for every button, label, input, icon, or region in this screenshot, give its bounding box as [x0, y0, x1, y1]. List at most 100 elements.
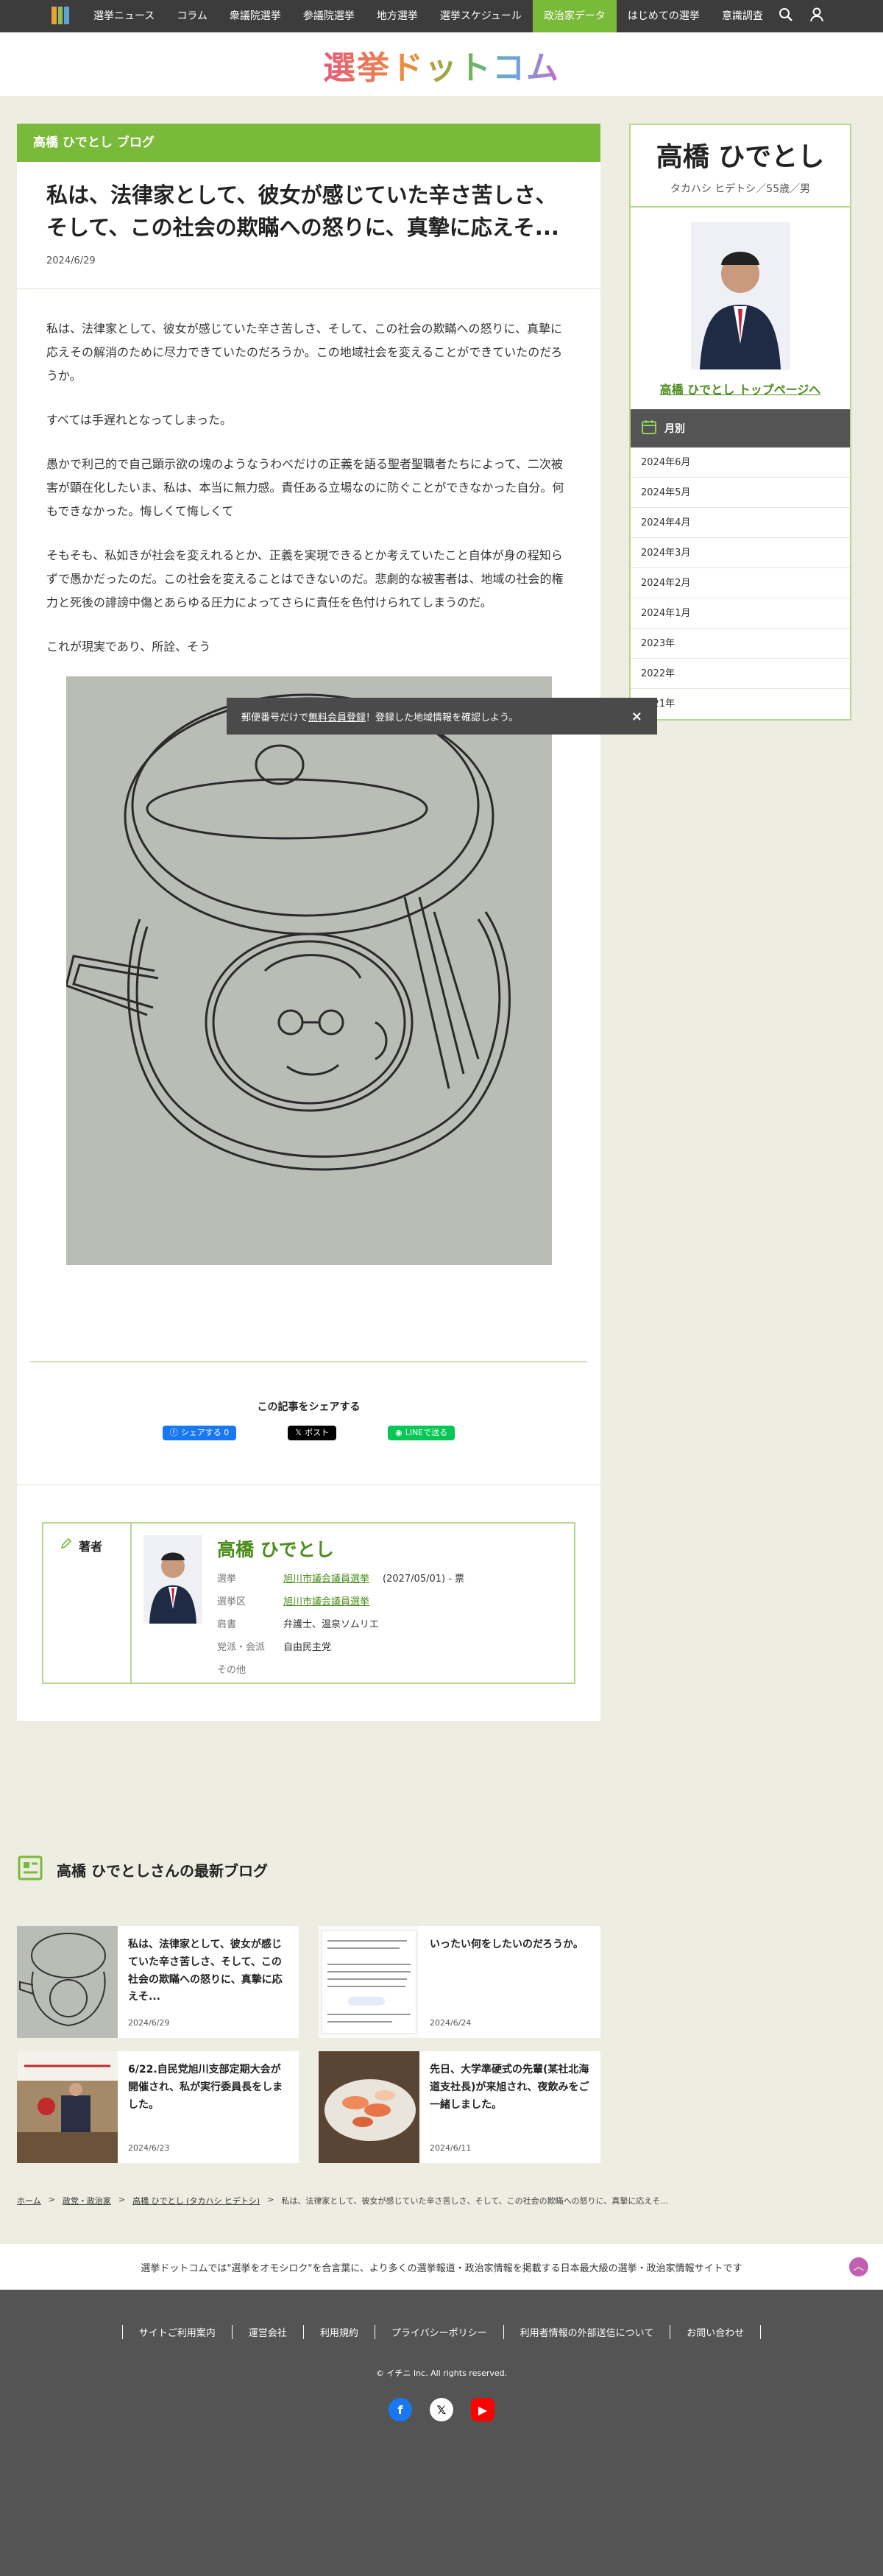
article-paragraph: すべては手遅れとなってしまった。 [46, 413, 233, 427]
blog-card-title: 6/22.自民党旭川支部定期大会が開催され、私が実行委員長をしました。 [128, 2064, 283, 2111]
copyright: © イチニ Inc. All rights reserved. [375, 2368, 508, 2378]
district-link[interactable]: 旭川市議会議員選挙 [283, 1596, 369, 1607]
profile-card: 高橋 ひでとし タカハシ ヒデトシ／55歳／男 高橋 ひでとし トップページへ … [629, 124, 851, 721]
author-box: 著者 高橋 ひでとし 選挙 旭川市議会議員選挙 (2027/05/01) - 票 … [42, 1522, 575, 1684]
nav-item-first-election[interactable]: はじめての選挙 [617, 0, 711, 32]
election-date: (2027/05/01) - 票 [383, 1574, 465, 1585]
share-heading: この記事をシェアする [257, 1401, 361, 1413]
latest-blogs-title: 高橋 ひでとしさんの最新ブログ [57, 1862, 268, 1880]
youtube-icon[interactable]: ▶ [471, 2398, 494, 2421]
close-icon[interactable]: × [631, 709, 642, 724]
line-share-button[interactable]: ◉ LINEで送る [388, 1426, 455, 1440]
row-key: 肩書 [217, 1619, 237, 1630]
user-icon[interactable] [809, 7, 824, 25]
row-value: 弁護士、温泉ソムリエ [283, 1619, 379, 1630]
blog-thumbnail [17, 2051, 118, 2163]
blog-thumbnail [319, 2051, 419, 2163]
blog-title-bar[interactable]: 高橋 ひでとし ブログ [17, 124, 600, 162]
x-icon: 𝕏 [295, 1428, 302, 1437]
footer-link-privacy[interactable]: プライバシーポリシー [374, 2325, 503, 2339]
article-paragraph: これが現実であり、所詮、そう [46, 640, 211, 654]
article-paragraph: 愚かで利己的で自己顕示欲の塊のようなうわべだけの正義を語る聖者聖職者たちによって… [46, 457, 564, 518]
nav-list: 選挙ニュース コラム 衆議院選挙 参議院選挙 地方選挙 選挙スケジュール 政治家… [82, 0, 774, 32]
row-key: 選挙区 [217, 1596, 247, 1607]
row-key: 党派・会派 [217, 1642, 266, 1653]
toast-message: 郵便番号だけで無料会員登録！登録した地域情報を確認しよう。 [241, 710, 518, 723]
author-name[interactable]: 高橋 ひでとし [217, 1535, 464, 1562]
profile-top-link[interactable]: 高橋 ひでとし トップページへ [631, 369, 850, 409]
breadcrumb-person[interactable]: 高橋 ひでとし (タカハシ ヒデトシ) [132, 2195, 260, 2207]
month-item[interactable]: 2024年5月 [631, 478, 850, 508]
breadcrumb-home[interactable]: ホーム [17, 2195, 41, 2207]
footer: サイトご利用案内 運営会社 利用規約 プライバシーポリシー 利用者情報の外部送信… [0, 2290, 883, 2576]
blog-thumbnail [319, 1926, 419, 2038]
profile-name: 高橋 ひでとし [656, 142, 825, 172]
row-value: 自由民主党 [283, 1642, 332, 1653]
site-logo[interactable]: 選挙ドットコム [323, 41, 560, 88]
month-item[interactable]: 2021年 [631, 689, 850, 719]
nav-item-schedule[interactable]: 選挙スケジュール [429, 0, 533, 32]
facebook-share-label: シェアする 0 [180, 1428, 230, 1437]
blog-card-date: 2024/6/23 [128, 2143, 170, 2153]
search-icon[interactable] [779, 7, 793, 25]
month-item[interactable]: 2024年6月 [631, 447, 850, 478]
blog-card[interactable]: 私は、法律家として、彼女が感じていた辛さ苦しさ、そして、この社会の欺瞞への怒りに… [17, 1926, 299, 2038]
profile-photo[interactable] [690, 222, 790, 369]
footer-link-guide[interactable]: サイトご利用案内 [121, 2325, 232, 2339]
nav-item-column[interactable]: コラム [166, 0, 219, 32]
article-paragraph: そもそも、私如きが社会を変えれるとか、正義を実現できるとか考えていたこと自体が身… [46, 548, 564, 609]
menu-icon[interactable] [52, 7, 70, 24]
month-list: 2024年6月 2024年5月 2024年4月 2024年3月 2024年2月 … [631, 447, 850, 719]
nav-item-news[interactable]: 選挙ニュース [82, 0, 166, 32]
monthly-archive-header: 月別 [631, 409, 850, 447]
article-column: 高橋 ひでとし ブログ 私は、法律家として、彼女が感じていた辛さ苦しさ、そして、… [17, 124, 600, 1721]
month-item[interactable]: 2024年3月 [631, 538, 850, 568]
month-item[interactable]: 2022年 [631, 659, 850, 689]
election-link[interactable]: 旭川市議会議員選挙 [283, 1574, 369, 1585]
nav-item-lower-house[interactable]: 衆議院選挙 [219, 0, 292, 32]
month-item[interactable]: 2024年1月 [631, 598, 850, 629]
latest-blogs: 高橋 ひでとしさんの最新ブログ 私は、法律家として、彼女が感じていた辛さ苦しさ、… [17, 1855, 600, 2163]
facebook-share-button[interactable]: ⓕ シェアする 0 [162, 1426, 237, 1440]
tagline-text: 選挙ドットコムでは"選挙をオモシロク"を合言葉に、より多くの選挙報道・政治家情報… [141, 2262, 742, 2274]
row-key: その他 [217, 1665, 247, 1676]
free-signup-link[interactable]: 無料会員登録 [308, 712, 366, 723]
breadcrumb-separator: > [118, 2195, 126, 2204]
author-row-election: 選挙 旭川市議会議員選挙 (2027/05/01) - 票 [217, 1571, 464, 1585]
scroll-top-button[interactable]: ︿ [849, 2257, 868, 2276]
month-item[interactable]: 2024年4月 [631, 508, 850, 538]
line-icon: ◉ [395, 1428, 403, 1437]
blog-card-date: 2024/6/24 [430, 2018, 472, 2028]
article-header: 私は、法律家として、彼女が感じていた辛さ苦しさ、そして、この社会の欺瞞への怒りに… [17, 162, 600, 289]
x-post-label: ポスト [305, 1428, 330, 1437]
facebook-icon[interactable]: f [389, 2398, 412, 2421]
nav-item-survey[interactable]: 意識調査 [711, 0, 774, 32]
blog-card[interactable]: 6/22.自民党旭川支部定期大会が開催され、私が実行委員長をしました。 2024… [17, 2051, 299, 2163]
x-post-button[interactable]: 𝕏 ポスト [288, 1426, 337, 1440]
nav-item-upper-house[interactable]: 参議院選挙 [292, 0, 366, 32]
blog-card[interactable]: いったい何をしたいのだろうか。 2024/6/24 [319, 1926, 600, 2038]
line-share-label: LINEで送る [405, 1428, 448, 1437]
blog-card-title: 先日、大学準硬式の先輩(某社北海道支社長)が来旭され、夜飲みをご一緒しました。 [430, 2064, 589, 2111]
blog-card[interactable]: 先日、大学準硬式の先輩(某社北海道支社長)が来旭され、夜飲みをご一緒しました。 … [319, 2051, 600, 2163]
article-paragraph: 私は、法律家として、彼女が感じていた辛さ苦しさ、そして、この社会の欺瞞への怒りに… [46, 322, 563, 383]
footer-link-external-transmission[interactable]: 利用者情報の外部送信について [503, 2325, 670, 2339]
nav-item-politician-data[interactable]: 政治家データ [532, 0, 617, 32]
article-date: 2024/6/29 [46, 255, 96, 266]
breadcrumb-separator: > [267, 2195, 274, 2204]
share-section: この記事をシェアする ⓕ シェアする 0 𝕏 ポスト ◉ LINEで送る [17, 1362, 600, 1440]
nav-item-local[interactable]: 地方選挙 [366, 0, 429, 32]
blog-card-title: 私は、法律家として、彼女が感じていた辛さ苦しさ、そして、この社会の欺瞞への怒りに… [128, 1939, 283, 2003]
month-item[interactable]: 2023年 [631, 629, 850, 659]
month-item[interactable]: 2024年2月 [631, 568, 850, 598]
footer-link-contact[interactable]: お問い合わせ [670, 2325, 762, 2339]
footer-link-terms[interactable]: 利用規約 [302, 2325, 375, 2339]
breadcrumb: ホーム > 政党・政治家 > 高橋 ひでとし (タカハシ ヒデトシ) > 私は、… [17, 2195, 668, 2207]
breadcrumb-parties[interactable]: 政党・政治家 [63, 2195, 111, 2207]
footer-link-company[interactable]: 運営会社 [231, 2325, 303, 2339]
social-links: f 𝕏 ▶ [0, 2398, 883, 2421]
x-icon[interactable]: 𝕏 [430, 2398, 453, 2421]
blog-card-title: いったい何をしたいのだろうか。 [430, 1939, 584, 1950]
author-label-text: 著者 [79, 1540, 103, 1554]
author-photo[interactable] [143, 1535, 202, 1624]
